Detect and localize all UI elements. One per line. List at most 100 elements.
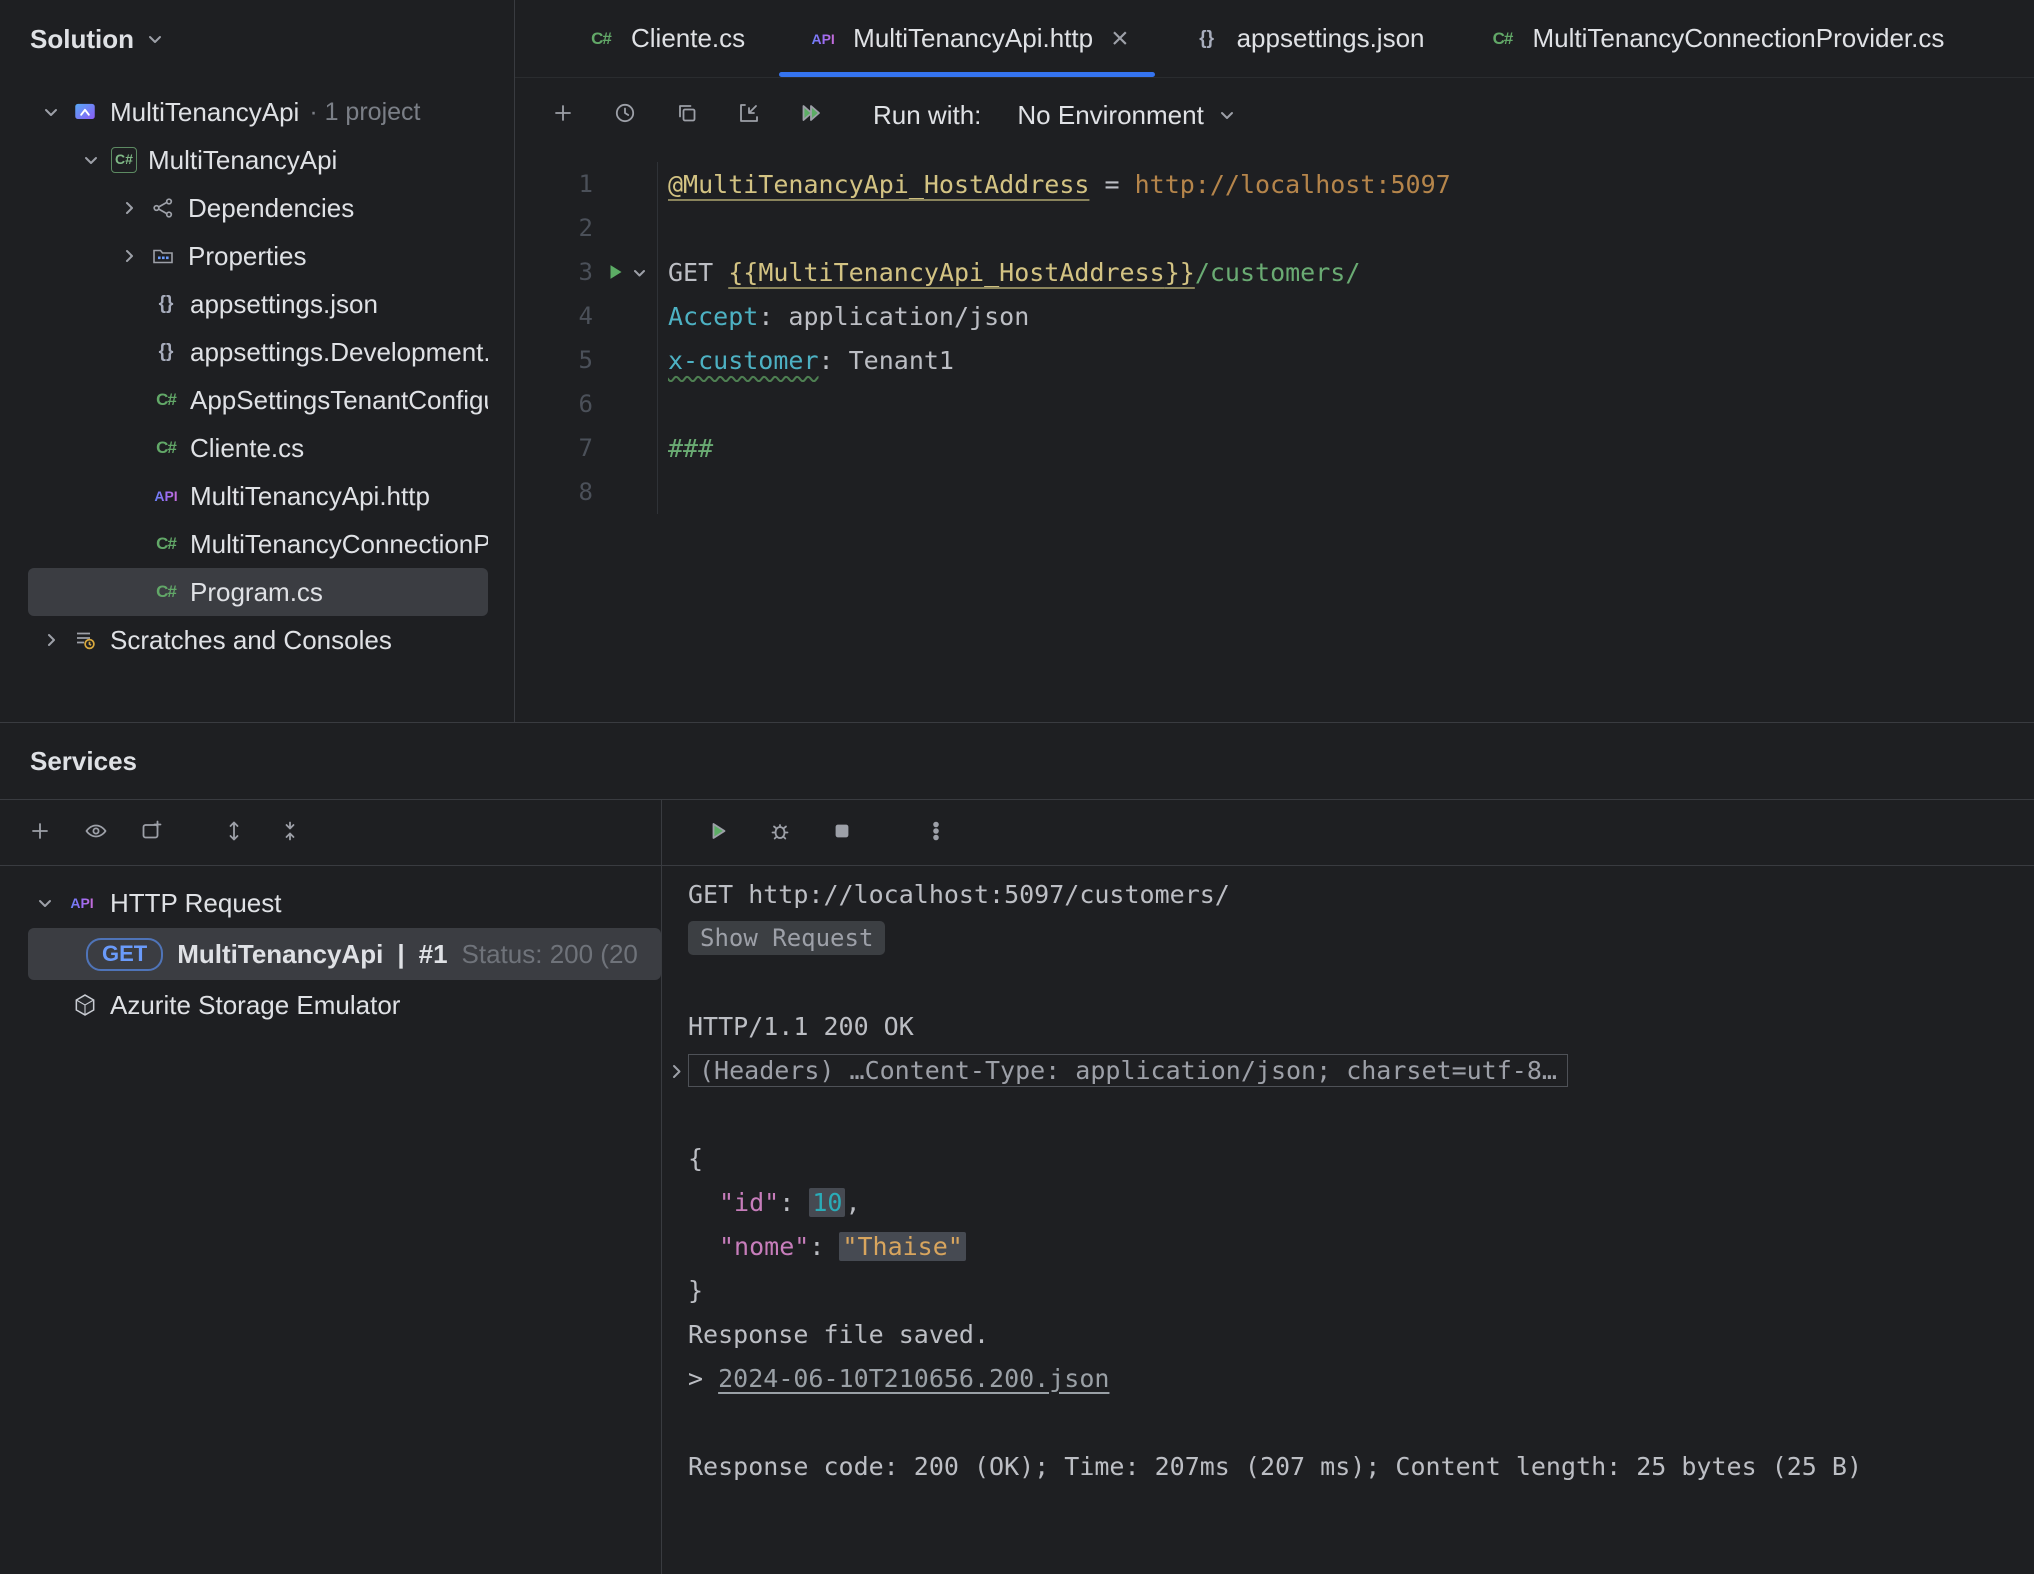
chevron-down-icon[interactable] [40,101,62,123]
tab-label: MultiTenancyApi.http [853,23,1093,54]
tree-item-label: Dependencies [188,193,354,224]
chevron-down-icon[interactable] [630,263,648,281]
tree-item-properties[interactable]: Properties [28,232,488,280]
history-icon[interactable] [601,89,653,141]
line-number: 5 [515,346,593,374]
expand-all-icon[interactable] [210,807,262,859]
response-file-saved-text: Response file saved. [688,1320,989,1349]
services-panel-header[interactable]: Services [0,722,2034,800]
tree-item-label: MultiTenancyApi [110,97,299,128]
tree-item-cliente-cs[interactable]: C# Cliente.cs [28,424,488,472]
tree-item-appsettings-json[interactable]: {} appsettings.json [28,280,488,328]
json-file-icon: {} [1189,28,1225,50]
chevron-right-icon[interactable] [118,245,140,267]
tab-cliente-cs[interactable]: C# Cliente.cs [553,0,775,77]
tree-item-program-cs[interactable]: C# Program.cs [28,568,488,616]
tab-multitenancyconnectionprovider-cs[interactable]: C# MultiTenancyConnectionProvider.cs [1455,0,1975,77]
chevron-down-icon[interactable] [80,149,102,171]
tree-item-multitenancyapi-http[interactable]: API MultiTenancyApi.http [28,472,488,520]
services-group-label: HTTP Request [110,888,281,919]
run-with-label: Run with: [873,100,981,131]
show-services-icon[interactable] [72,807,124,859]
response-file-link[interactable]: 2024-06-10T210656.200.json [718,1364,1109,1393]
stop-icon[interactable] [818,807,870,859]
line-number: 3 [515,258,593,286]
run-all-requests-icon[interactable] [787,89,839,141]
tree-item-appsettings-development-json[interactable]: {} appsettings.Development.j [28,328,488,376]
show-request-button[interactable]: Show Request [688,921,885,955]
services-tree-panel: API HTTP Request GET MultiTenancyApi | #… [0,800,662,1574]
tree-item-label: appsettings.Development.j [190,337,488,368]
tree-item-appsettingstenantconfig[interactable]: C# AppSettingsTenantConfigu [28,376,488,424]
project-count-label: · 1 project [309,98,420,127]
rerun-request-icon[interactable] [694,807,746,859]
response-toolbar [662,800,2034,866]
code-line: GET {{MultiTenancyApi_HostAddress}}/cust… [657,250,2034,294]
chevron-right-icon[interactable] [118,197,140,219]
add-request-button[interactable] [539,89,591,141]
csharp-project-icon: C# [111,147,137,173]
line-number: 8 [515,478,593,506]
json-line-nome: "nome": "Thaise" [688,1224,2034,1268]
http-file-editor[interactable]: 1 @MultiTenancyApi_HostAddress = http://… [515,152,2034,722]
line-number: 2 [515,214,593,242]
copy-icon[interactable] [663,89,715,141]
services-request-item[interactable]: GET MultiTenancyApi | #1 Status: 200 (20 [28,928,661,980]
tree-item-label: appsettings.json [190,289,378,320]
fold-chevron-icon[interactable] [666,1058,686,1087]
csharp-file-icon: C# [148,438,184,458]
chevron-right-icon[interactable] [40,629,62,651]
properties-folder-icon [144,244,182,268]
environment-selector[interactable]: No Environment [1017,100,1237,131]
tree-item-label: MultiTenancyConnectionPr [190,529,488,560]
ide-window: Solution MultiTenancyApi · 1 project C# … [0,0,2034,1574]
tree-item-label: Cliente.cs [190,433,304,464]
solution-panel-header[interactable]: Solution [0,0,514,78]
tree-item-solution-root[interactable]: MultiTenancyApi · 1 project [28,88,488,136]
services-group-http-request[interactable]: API HTTP Request [0,878,661,928]
chevron-down-icon[interactable] [144,28,166,50]
open-in-new-tab-icon[interactable] [128,807,180,859]
code-line: x-customer: Tenant1 [657,338,2034,382]
tree-item-label: Properties [188,241,307,272]
services-toolbar [0,800,661,866]
add-service-button[interactable] [16,807,68,859]
request-status: Status: 200 (20 [462,939,638,970]
file-link-prefix: > [688,1364,718,1393]
services-item-azurite[interactable]: Azurite Storage Emulator [0,980,661,1030]
tree-item-label: AppSettingsTenantConfigu [190,385,488,416]
dependencies-icon [144,196,182,220]
azurite-icon [72,992,98,1018]
run-request-icon[interactable] [605,261,627,283]
close-icon[interactable]: × [1111,24,1129,54]
code-line: Accept: application/json [657,294,2034,338]
kebab-menu-icon[interactable] [912,807,964,859]
solution-panel-title: Solution [30,24,134,55]
collapsed-headers[interactable]: (Headers) …Content-Type: application/jso… [688,1054,1568,1087]
tab-appsettings-json[interactable]: {} appsettings.json [1159,0,1455,77]
response-request-line: GET http://localhost:5097/customers/ [688,880,1230,909]
api-file-icon: API [64,895,100,911]
code-line: ### [657,426,2034,470]
debug-icon[interactable] [756,807,808,859]
services-panel-title: Services [30,746,137,777]
import-icon[interactable] [725,89,777,141]
csharp-file-icon: C# [1485,29,1521,49]
collapse-all-icon[interactable] [266,807,318,859]
json-brace: } [688,1276,703,1305]
solution-tree: MultiTenancyApi · 1 project C# MultiTena… [0,78,514,664]
editor-zone: C# Cliente.cs API MultiTenancyApi.http ×… [515,0,2034,722]
top-section: Solution MultiTenancyApi · 1 project C# … [0,0,2034,722]
tree-item-dependencies[interactable]: Dependencies [28,184,488,232]
chevron-down-icon[interactable] [34,892,56,914]
tree-item-multitenancyconnectionprovider[interactable]: C# MultiTenancyConnectionPr [28,520,488,568]
scratches-icon [66,628,104,652]
csharp-file-icon: C# [148,390,184,410]
json-brace: { [688,1144,703,1173]
tab-multitenancyapi-http[interactable]: API MultiTenancyApi.http × [775,0,1158,77]
tree-item-scratches[interactable]: Scratches and Consoles [28,616,488,664]
response-console[interactable]: GET http://localhost:5097/customers/ Sho… [662,866,2034,1574]
line-number: 6 [515,390,593,418]
line-number: 1 [515,170,593,198]
tree-item-project[interactable]: C# MultiTenancyApi [28,136,488,184]
